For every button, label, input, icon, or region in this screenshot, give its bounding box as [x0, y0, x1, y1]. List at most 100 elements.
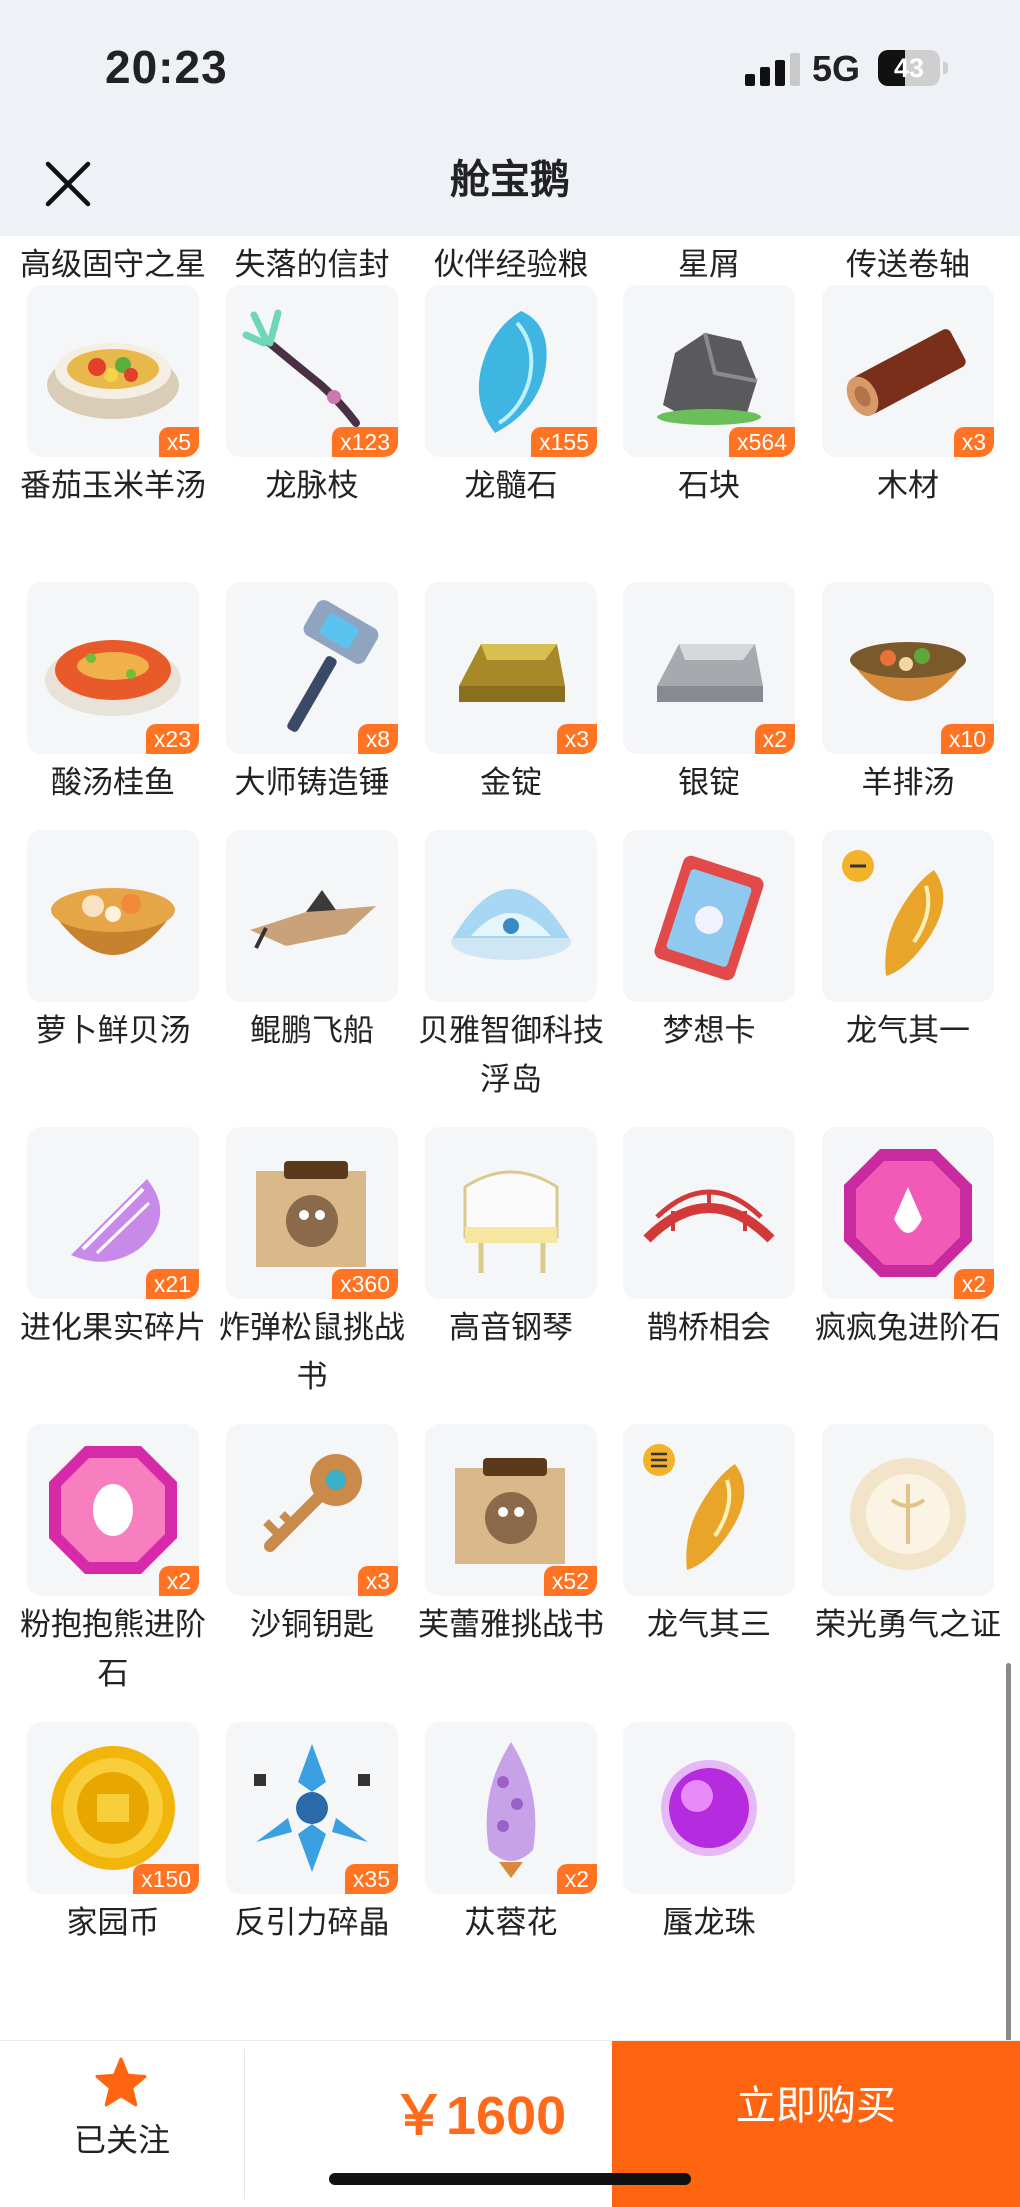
battery-level: 43 — [893, 53, 925, 83]
quantity-badge: x2 — [953, 1269, 994, 1299]
quantity-badge: x155 — [531, 427, 597, 457]
close-icon — [45, 161, 91, 207]
item-thumbnail[interactable]: x8 — [226, 582, 398, 754]
item-card[interactable]: x52 芙蕾雅挑战书 — [418, 1424, 604, 1684]
item-card[interactable]: x155 龙髓石 — [425, 285, 597, 545]
follow-label: 已关注 — [73, 2121, 170, 2159]
item-thumbnail[interactable]: x150 — [27, 1722, 199, 1894]
item-name: 龙髓石 — [464, 468, 558, 504]
item-name: 伙伴经验粮 — [433, 247, 589, 283]
item-card[interactable]: x150 家园币 — [27, 1722, 199, 1982]
item-thumbnail[interactable]: x123 — [226, 285, 398, 457]
item-thumbnail[interactable]: x2 — [27, 1424, 199, 1596]
item-name: 炸弹松鼠挑战书 — [219, 1310, 405, 1395]
item-thumbnail[interactable]: x2 — [425, 1722, 597, 1894]
emblem-icon — [850, 1458, 966, 1570]
item-thumbnail[interactable]: x155 — [425, 285, 597, 457]
item-thumbnail[interactable]: x2 — [623, 582, 795, 754]
item-name: 高音钢琴 — [449, 1310, 573, 1346]
quantity-badge: x2 — [556, 1864, 597, 1894]
item-list[interactable]: 高级固守之星 失落的信封 伙伴经验粮 星屑 传送卷轴 x5 番茄玉米羊汤 x123 龙脉枝 x15… — [0, 236, 1020, 2040]
item-card[interactable]: x123 龙脉枝 — [226, 285, 398, 545]
item-thumbnail[interactable] — [623, 1424, 795, 1596]
item-thumbnail[interactable]: x2 — [822, 1127, 994, 1299]
item-thumbnail[interactable] — [623, 830, 795, 1002]
item-card[interactable]: x2 疯疯兔进阶石 — [815, 1127, 1001, 1387]
item-thumbnail[interactable]: x23 — [27, 582, 199, 754]
item-thumbnail[interactable] — [425, 830, 597, 1002]
item-name: 石块 — [678, 468, 740, 504]
bridge-icon — [643, 1189, 775, 1243]
star-icon — [95, 2057, 147, 2107]
item-name: 粉抱抱熊进阶石 — [20, 1607, 206, 1692]
network-label: 5G — [812, 48, 861, 89]
item-card[interactable]: 鲲鹏飞船 — [226, 830, 398, 1090]
item-thumbnail[interactable]: x5 — [27, 285, 199, 457]
item-name: 苁蓉花 — [464, 1905, 558, 1941]
item-card[interactable]: x3 沙铜钥匙 — [226, 1424, 398, 1684]
item-card[interactable]: 龙气其三 — [623, 1424, 795, 1684]
item-thumbnail[interactable]: x3 — [226, 1424, 398, 1596]
item-card[interactable]: 龙气其一 — [822, 830, 994, 1090]
item-card[interactable]: x564 石块 — [623, 285, 795, 545]
item-card[interactable]: 荣光勇气之证 — [815, 1424, 1001, 1684]
item-card[interactable]: x8 大师铸造锤 — [226, 582, 398, 842]
item-card[interactable]: x21 进化果实碎片 — [20, 1127, 206, 1387]
item-thumbnail[interactable]: x564 — [623, 285, 795, 457]
scrollbar[interactable] — [1006, 1663, 1011, 2088]
item-card[interactable]: x23 酸汤桂鱼 — [27, 582, 199, 842]
item-card[interactable]: x3 木材 — [822, 285, 994, 545]
item-name: 鹊桥相会 — [647, 1310, 771, 1346]
airship-icon — [250, 890, 376, 949]
quantity-badge: x10 — [940, 724, 994, 754]
quantity-badge: x564 — [729, 427, 795, 457]
follow-button[interactable]: 已关注 — [0, 2041, 244, 2207]
item-thumbnail[interactable] — [226, 830, 398, 1002]
item-card[interactable]: 梦想卡 — [623, 830, 795, 1090]
item-thumbnail[interactable]: x10 — [822, 582, 994, 754]
item-thumbnail[interactable] — [623, 1127, 795, 1299]
item-name: 高级固守之星 — [20, 247, 206, 283]
item-name: 贝雅智御科技浮岛 — [418, 1013, 604, 1098]
status-time: 20:23 — [105, 41, 228, 93]
item-thumbnail[interactable] — [623, 1722, 795, 1894]
item-card[interactable]: x3 金锭 — [425, 582, 597, 842]
item-card[interactable]: 贝雅智御科技浮岛 — [418, 830, 604, 1098]
item-thumbnail[interactable]: x21 — [27, 1127, 199, 1299]
item-name: 反引力碎晶 — [234, 1905, 390, 1941]
item-thumbnail[interactable]: x3 — [822, 285, 994, 457]
item-card[interactable]: x2 粉抱抱熊进阶石 — [20, 1424, 206, 1692]
floating-island-icon — [451, 889, 571, 960]
item-name: 失落的信封 — [234, 247, 390, 283]
item-name: 家园币 — [66, 1905, 160, 1941]
item-thumbnail[interactable]: x3 — [425, 582, 597, 754]
quantity-badge: x123 — [332, 427, 398, 457]
item-thumbnail[interactable]: x35 — [226, 1722, 398, 1894]
close-button[interactable] — [38, 154, 98, 214]
item-card[interactable]: 蜃龙珠 — [623, 1722, 795, 1982]
item-card[interactable]: 鹊桥相会 — [623, 1127, 795, 1387]
item-name: 龙脉枝 — [265, 468, 359, 504]
home-indicator — [329, 2173, 691, 2185]
item-card[interactable]: x2 银锭 — [623, 582, 795, 842]
item-name: 疯疯兔进阶石 — [815, 1310, 1001, 1346]
item-card[interactable]: 萝卜鲜贝汤 — [27, 830, 199, 1090]
item-thumbnail[interactable]: x52 — [425, 1424, 597, 1596]
item-card[interactable]: x5 番茄玉米羊汤 — [20, 285, 206, 545]
item-thumbnail[interactable] — [27, 830, 199, 1002]
piano-icon — [463, 1170, 559, 1273]
item-thumbnail[interactable] — [822, 1424, 994, 1596]
item-thumbnail[interactable] — [425, 1127, 597, 1299]
item-name: 芙蕾雅挑战书 — [418, 1607, 604, 1643]
item-card[interactable]: 高音钢琴 — [425, 1127, 597, 1387]
quantity-badge: x8 — [357, 724, 398, 754]
item-card[interactable]: x10 羊排汤 — [822, 582, 994, 842]
item-card[interactable]: x2 苁蓉花 — [425, 1722, 597, 1982]
item-card[interactable]: x360 炸弹松鼠挑战书 — [219, 1127, 405, 1395]
quantity-badge: x35 — [344, 1864, 398, 1894]
item-card[interactable]: x35 反引力碎晶 — [226, 1722, 398, 1982]
quantity-badge: x3 — [556, 724, 597, 754]
item-thumbnail[interactable]: x360 — [226, 1127, 398, 1299]
item-thumbnail[interactable] — [822, 830, 994, 1002]
item-name: 荣光勇气之证 — [815, 1607, 1001, 1643]
